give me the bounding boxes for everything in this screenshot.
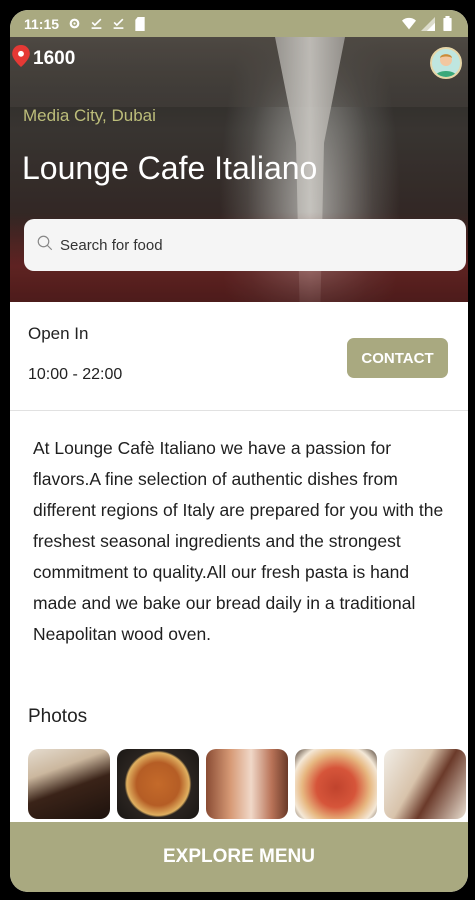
phone-screen: 11:15 1600 Media City, Dubai Lounge Cafe… bbox=[10, 10, 468, 892]
photos-gallery bbox=[28, 749, 466, 819]
avatar[interactable] bbox=[430, 47, 462, 79]
location-pin-icon bbox=[12, 45, 30, 73]
status-time: 11:15 bbox=[24, 15, 60, 32]
restaurant-description: At Lounge Cafè Italiano we have a passio… bbox=[33, 438, 444, 644]
explore-menu-button[interactable]: EXPLORE MENU bbox=[10, 822, 468, 892]
download-done-icon bbox=[111, 17, 125, 31]
photos-title: Photos bbox=[28, 706, 88, 727]
open-hours-value: 10:00 - 22:00 bbox=[28, 366, 123, 383]
points-badge[interactable]: 1600 bbox=[12, 45, 75, 73]
search-icon bbox=[36, 234, 54, 256]
contact-button[interactable]: CONTACT bbox=[347, 338, 448, 378]
battery-icon bbox=[440, 16, 454, 31]
wrap-photo[interactable] bbox=[384, 749, 466, 819]
restaurant-title: Lounge Cafe Italiano bbox=[22, 150, 318, 186]
drinks-photo[interactable] bbox=[206, 749, 288, 819]
search-bar[interactable] bbox=[24, 219, 466, 271]
location-label: Media City, Dubai bbox=[23, 106, 156, 125]
points-value: 1600 bbox=[33, 48, 76, 69]
opening-hours-section: Open In 10:00 - 22:00 CONTACT bbox=[10, 302, 468, 411]
restaurant-hero-image: 1600 Media City, Dubai Lounge Cafe Itali… bbox=[10, 37, 468, 302]
dessert-photo[interactable] bbox=[28, 749, 110, 819]
sd-card-icon bbox=[133, 16, 147, 31]
download-done-icon bbox=[89, 17, 103, 31]
status-bar: 11:15 bbox=[10, 10, 468, 37]
wifi-icon bbox=[402, 17, 416, 31]
pizza-photo[interactable] bbox=[295, 749, 377, 819]
open-in-label: Open In bbox=[28, 324, 89, 343]
pizza-photo[interactable] bbox=[117, 749, 199, 819]
signal-icon bbox=[421, 16, 435, 31]
settings-icon bbox=[67, 17, 81, 31]
search-input[interactable] bbox=[60, 236, 440, 254]
